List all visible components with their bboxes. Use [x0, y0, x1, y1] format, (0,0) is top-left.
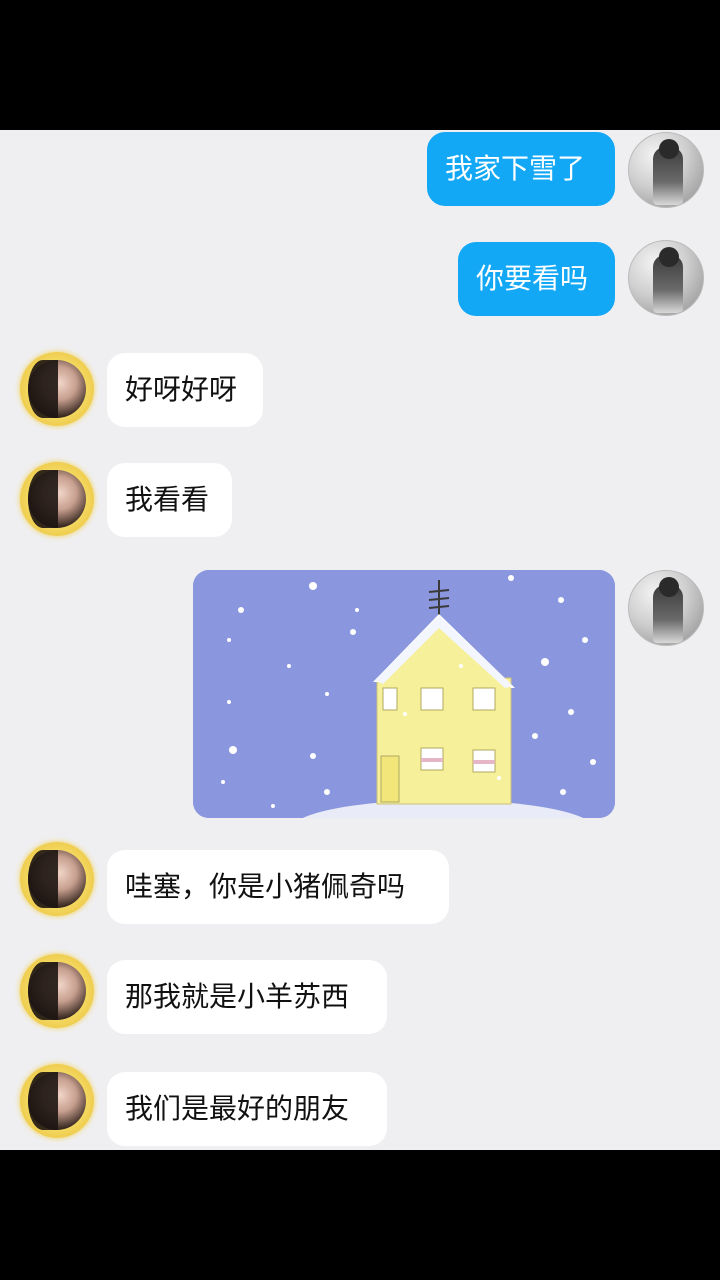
friend-avatar[interactable] [20, 1064, 94, 1138]
friend-avatar[interactable] [20, 842, 94, 916]
chat-area[interactable]: 我家下雪了 你要看吗 好呀好呀 我看看 哇塞，你是小猪佩奇吗 那我就是小羊苏西 … [0, 130, 720, 1150]
avatar-hair [28, 360, 58, 418]
avatar-head [659, 577, 679, 597]
message-bubble[interactable]: 你要看吗 [458, 242, 615, 316]
my-avatar[interactable] [628, 240, 704, 316]
friend-avatar[interactable] [20, 352, 94, 426]
avatar-head [659, 139, 679, 159]
avatar-head [659, 247, 679, 267]
friend-avatar[interactable] [20, 954, 94, 1028]
avatar-hair [28, 850, 58, 908]
my-avatar[interactable] [628, 570, 704, 646]
message-bubble[interactable]: 我看看 [107, 463, 232, 537]
message-bubble[interactable]: 那我就是小羊苏西 [107, 960, 387, 1034]
avatar-hair [28, 1072, 58, 1130]
message-bubble[interactable]: 我们是最好的朋友 [107, 1072, 387, 1146]
my-avatar[interactable] [628, 132, 704, 208]
snowy-house-image[interactable] [193, 570, 615, 818]
phone-screen: 我家下雪了 你要看吗 好呀好呀 我看看 哇塞，你是小猪佩奇吗 那我就是小羊苏西 … [0, 0, 720, 1280]
message-bubble[interactable]: 我家下雪了 [427, 132, 615, 206]
avatar-hair [28, 470, 58, 528]
avatar-hair [28, 962, 58, 1020]
message-bubble[interactable]: 好呀好呀 [107, 353, 263, 427]
snowy-house-illustration [193, 570, 615, 818]
friend-avatar[interactable] [20, 462, 94, 536]
message-bubble[interactable]: 哇塞，你是小猪佩奇吗 [107, 850, 449, 924]
